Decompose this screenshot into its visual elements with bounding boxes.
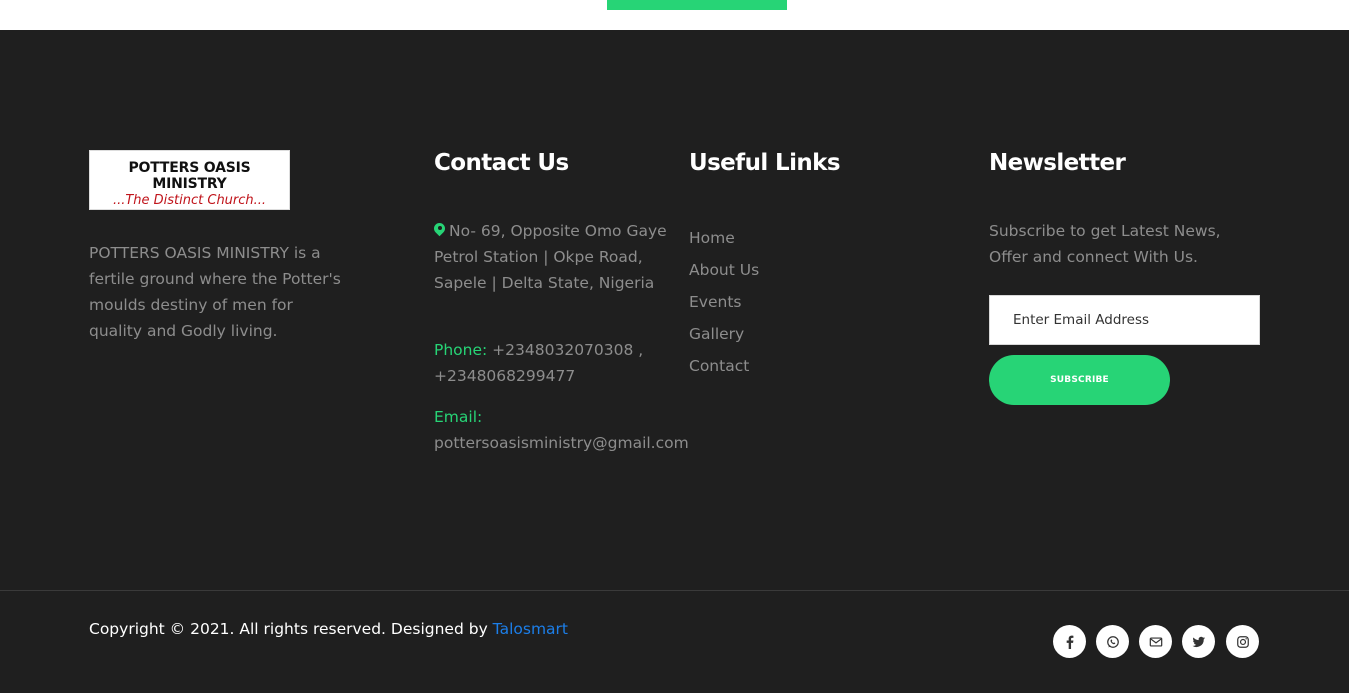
contact-email: Email: pottersoasisministry@gmail.com — [434, 404, 689, 456]
about-text: POTTERS OASIS MINISTRY is a fertile grou… — [89, 244, 341, 340]
contact-address: No- 69, Opposite Omo Gaye Petrol Station… — [434, 218, 684, 296]
email-value[interactable]: pottersoasisministry@gmail.com — [434, 430, 689, 456]
facebook-icon[interactable] — [1053, 625, 1086, 658]
whatsapp-icon[interactable] — [1096, 625, 1129, 658]
subscribe-button[interactable]: SUBSCRIBE — [989, 355, 1170, 405]
phone-label: Phone: — [434, 341, 488, 359]
link-home[interactable]: Home — [689, 222, 759, 254]
logo-tagline: ...The Distinct Church... — [112, 193, 267, 208]
contact-heading: Contact Us — [434, 150, 569, 176]
newsletter-text: Subscribe to get Latest News, Offer and … — [989, 222, 1221, 266]
useful-links-list: Home About Us Events Gallery Contact — [689, 222, 759, 382]
address-text: No- 69, Opposite Omo Gaye Petrol Station… — [434, 222, 667, 292]
twitter-icon[interactable] — [1182, 625, 1215, 658]
footer-divider — [0, 590, 1349, 591]
top-strip — [0, 0, 1349, 30]
copyright-label: Copyright © 2021. All rights reserved. D… — [89, 620, 493, 638]
envelope-icon[interactable] — [1139, 625, 1172, 658]
link-contact[interactable]: Contact — [689, 350, 759, 382]
contact-phone: Phone: +2348032070308 , +2348068299477 — [434, 337, 684, 389]
link-about-us[interactable]: About Us — [689, 254, 759, 286]
email-label: Email: — [434, 408, 483, 426]
top-green-tab[interactable] — [607, 0, 787, 10]
newsletter-email-input[interactable] — [989, 295, 1260, 345]
logo-title: POTTERS OASIS MINISTRY — [128, 160, 251, 192]
useful-links-heading: Useful Links — [689, 150, 841, 176]
logo[interactable]: POTTERS OASIS MINISTRY ...The Distinct C… — [89, 150, 290, 210]
link-gallery[interactable]: Gallery — [689, 318, 759, 350]
instagram-icon[interactable] — [1226, 625, 1259, 658]
map-marker-icon — [434, 223, 445, 237]
newsletter-heading: Newsletter — [989, 150, 1126, 176]
copyright-text: Copyright © 2021. All rights reserved. D… — [89, 617, 568, 641]
link-events[interactable]: Events — [689, 286, 759, 318]
designer-link[interactable]: Talosmart — [493, 620, 568, 638]
